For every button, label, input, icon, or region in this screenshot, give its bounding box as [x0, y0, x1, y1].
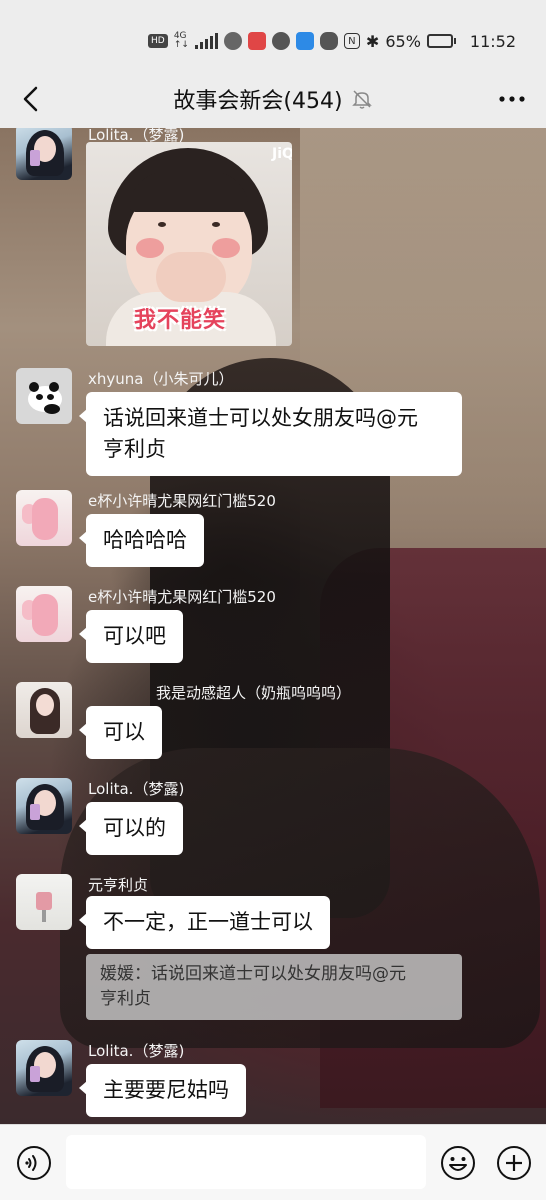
quote-text-line: 媛媛：话说回来道士可以处女朋友吗@元	[100, 964, 406, 984]
sender-name: 我是动感超人（奶瓶呜呜呜）	[156, 684, 352, 702]
battery-percent: 65%	[385, 31, 421, 51]
message-input[interactable]	[66, 1135, 426, 1189]
message-item: 我是动感超人（奶瓶呜呜呜） 可以	[16, 682, 536, 762]
sender-name: xhyuna（小朱可儿）	[88, 370, 234, 388]
avatar[interactable]	[16, 368, 72, 424]
sticker-caption: 我不能笑	[134, 308, 227, 333]
message-bubble[interactable]: 哈哈哈哈	[79, 514, 204, 567]
avatar[interactable]	[16, 682, 72, 738]
message-text-line: 亨利贞	[103, 437, 166, 461]
wechat-icon	[319, 32, 338, 50]
status-bar: HD 4G ↑↓ N ✱ 65% 11:52	[0, 0, 546, 80]
message-item: e杯小许晴尤果网红门槛520 可以吧	[16, 586, 536, 666]
message-bubble[interactable]: 可以的	[79, 802, 183, 855]
message-text-line: 主要要尼姑吗	[103, 1078, 229, 1102]
chat-title: 故事会新会(454)	[173, 83, 372, 115]
browser-icon	[271, 32, 290, 50]
message-text-line: 话说回来道士可以处女朋友吗@元	[103, 406, 418, 430]
plus-icon[interactable]	[496, 1145, 532, 1181]
status-icons: HD 4G ↑↓ N ✱ 65% 11:52	[147, 30, 516, 52]
message-item: Lolita.（梦露) 可以的	[16, 778, 536, 858]
sender-name: e杯小许晴尤果网红门槛520	[88, 492, 276, 510]
chat-area[interactable]: Lolita.（梦露) 我不能笑 JiQ xhyuna（小朱可儿） 话说回来道士…	[0, 128, 546, 1124]
message-item: 元亨利贞 不一定，正一道士可以 媛媛：话说回来道士可以处女朋友吗@元 亨利贞	[16, 874, 536, 1024]
quoted-message[interactable]: 媛媛：话说回来道士可以处女朋友吗@元 亨利贞	[86, 954, 462, 1020]
message-bubble[interactable]: 话说回来道士可以处女朋友吗@元 亨利贞	[79, 392, 462, 476]
message-bubble[interactable]: 不一定，正一道士可以	[79, 896, 330, 949]
message-item: Lolita.（梦露) 主要要尼姑吗	[16, 1040, 536, 1120]
message-item: xhyuna（小朱可儿） 话说回来道士可以处女朋友吗@元 亨利贞	[16, 368, 536, 478]
avatar[interactable]	[16, 586, 72, 642]
signal-icon	[194, 33, 218, 49]
avatar[interactable]	[16, 490, 72, 546]
sender-name: 元亨利贞	[88, 876, 149, 894]
battery-icon	[426, 34, 456, 48]
quote-text-line: 亨利贞	[100, 989, 151, 1009]
message-text-line: 哈哈哈哈	[103, 528, 187, 552]
chat-header: 故事会新会(454)	[0, 70, 546, 128]
back-arrow-icon[interactable]	[18, 84, 48, 114]
emoji-icon[interactable]	[440, 1145, 476, 1181]
sender-name: Lolita.（梦露)	[88, 780, 185, 798]
red-app-icon	[247, 32, 266, 50]
avatar[interactable]	[16, 778, 72, 834]
message-text-line: 可以的	[103, 816, 166, 840]
avatar[interactable]	[16, 874, 72, 930]
network-type: 4G ↑↓	[174, 32, 189, 50]
message-bubble[interactable]: 可以	[79, 706, 162, 759]
bluetooth-icon: ✱	[365, 31, 380, 51]
input-bar	[0, 1124, 546, 1200]
avatar[interactable]	[16, 1040, 72, 1096]
clock: 11:52	[469, 31, 516, 51]
app-notification-icon	[223, 32, 242, 50]
message-bubble[interactable]: 主要要尼姑吗	[79, 1064, 246, 1117]
mute-bell-icon	[351, 90, 372, 109]
more-dots-icon[interactable]	[496, 84, 528, 114]
hd-icon: HD	[147, 34, 168, 48]
group-name: 故事会新会(454)	[173, 89, 343, 114]
message-text-line: 可以	[103, 720, 145, 744]
message-item: Lolita.（梦露) 我不能笑 JiQ	[16, 128, 536, 350]
message-text-line: 可以吧	[103, 624, 166, 648]
message-bubble[interactable]: 可以吧	[79, 610, 183, 663]
sticker-image[interactable]: 我不能笑 JiQ	[86, 142, 292, 346]
voice-icon[interactable]	[16, 1145, 52, 1181]
avatar[interactable]	[16, 128, 72, 180]
network-type-bottom: ↑↓	[173, 40, 189, 50]
blue-app-icon	[295, 32, 314, 50]
sender-name: Lolita.（梦露)	[88, 1042, 185, 1060]
message-text-line: 不一定，正一道士可以	[103, 910, 313, 934]
message-item: e杯小许晴尤果网红门槛520 哈哈哈哈	[16, 490, 536, 570]
sender-name: e杯小许晴尤果网红门槛520	[88, 588, 276, 606]
nfc-icon: N	[343, 33, 360, 49]
sticker-corner-mark: JiQ	[272, 146, 292, 162]
